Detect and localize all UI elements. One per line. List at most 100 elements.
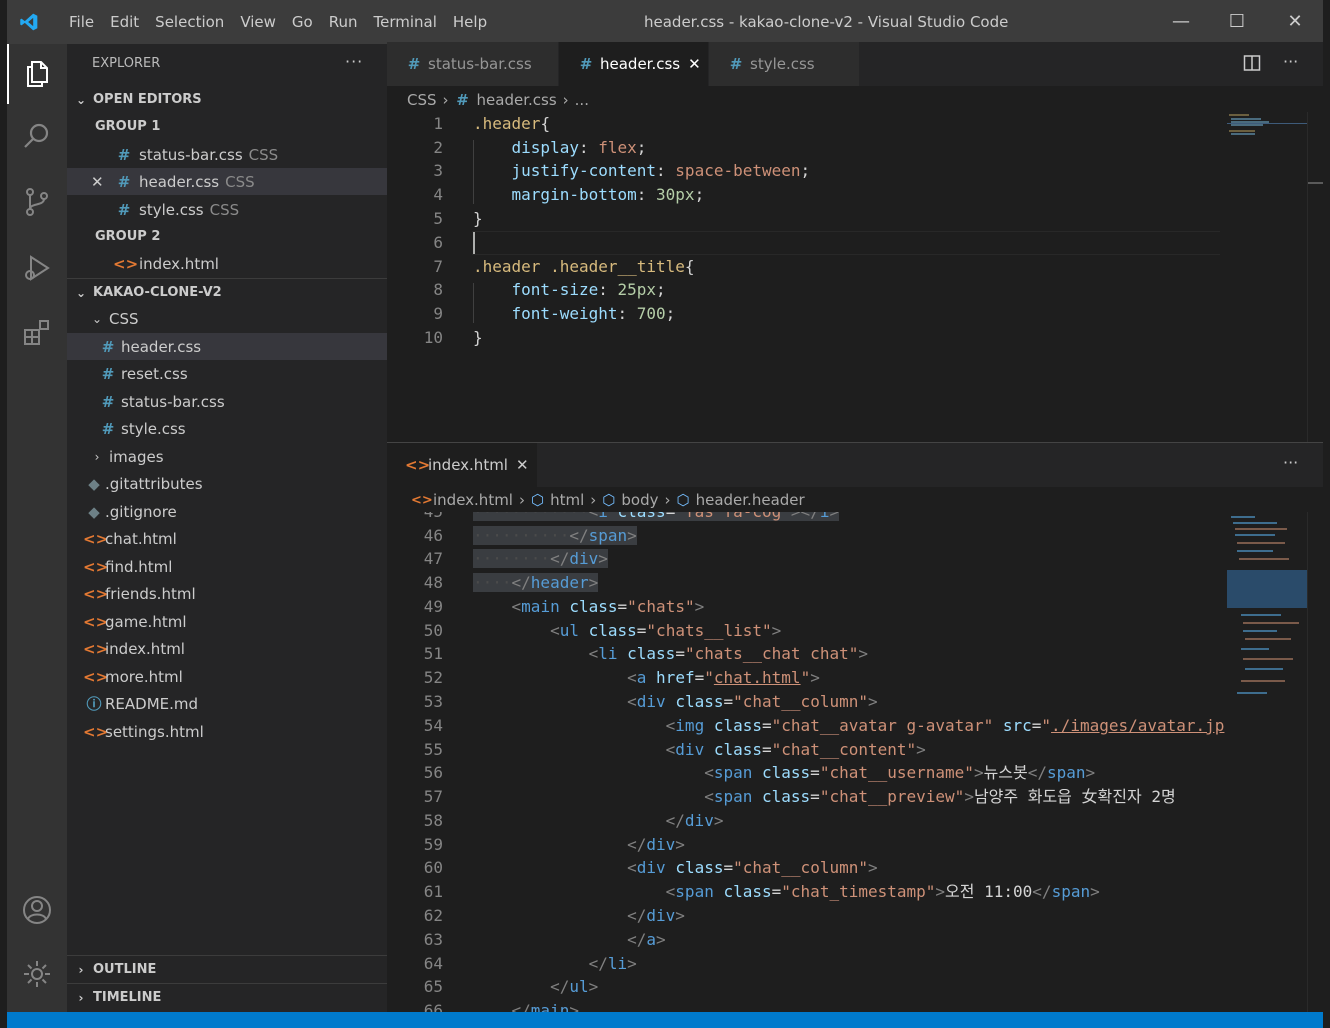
account-icon[interactable]	[7, 880, 67, 940]
tab-index-html[interactable]: <> index.html ✕	[387, 443, 537, 487]
vscode-window: File Edit Selection View Go Run Terminal…	[7, 0, 1323, 1028]
open-editor-status-bar-css[interactable]: # status-bar.css CSS	[67, 141, 387, 168]
html-file-icon: <>	[405, 456, 431, 474]
html-file-icon: <>	[83, 639, 109, 658]
outline-header[interactable]: › OUTLINE	[67, 956, 387, 983]
open-editor-index-html[interactable]: <> index.html	[67, 250, 387, 277]
editor2-tab-bar: <> index.html ✕ ···	[387, 443, 1323, 487]
tab-status-bar-css[interactable]: # status-bar.css	[387, 42, 558, 86]
explorer-sidebar: EXPLORER ··· ⌄ OPEN EDITORS GROUP 1 # st…	[67, 44, 387, 1012]
html-file-icon: <>	[83, 557, 109, 576]
folder-images[interactable]: › images	[67, 443, 387, 470]
html-code-editor[interactable]: 45············<i class="fas fa-cog"></i>…	[387, 512, 1227, 1012]
breadcrumb-html[interactable]: html	[550, 491, 584, 509]
file-style-css[interactable]: # style.css	[67, 415, 387, 442]
source-control-icon[interactable]	[7, 172, 67, 232]
breadcrumb-symbol[interactable]: ...	[575, 91, 589, 109]
code-line: <a href="chat.html">	[627, 668, 820, 687]
activity-bar	[7, 44, 67, 1012]
breadcrumb-chevron-icon: ›	[664, 491, 671, 509]
css-file-icon: #	[101, 337, 115, 356]
chevron-right-icon: ›	[78, 962, 84, 977]
menu-help[interactable]: Help	[445, 0, 495, 44]
css-file-icon: #	[117, 172, 131, 191]
open-editor-style-css[interactable]: # style.css CSS	[67, 196, 387, 223]
group1-header[interactable]: GROUP 1	[67, 113, 387, 140]
explorer-more-button[interactable]: ···	[345, 44, 363, 80]
editor1-minimap[interactable]	[1227, 112, 1307, 442]
file-game-html[interactable]: <> game.html	[67, 608, 387, 635]
css-code-editor[interactable]: 1 .header{ 2 display: flex; 3 justify-con…	[387, 112, 1227, 442]
file-friends-html[interactable]: <> friends.html	[67, 580, 387, 607]
symbol-tag-icon: ⬡	[676, 491, 690, 509]
close-tab-icon[interactable]: ✕	[516, 456, 529, 474]
menu-run[interactable]: Run	[321, 0, 366, 44]
file-chat-html[interactable]: <> chat.html	[67, 525, 387, 552]
project-folder-header[interactable]: ⌄ KAKAO-CLONE-V2	[67, 279, 387, 306]
minimize-button[interactable]: —	[1153, 0, 1209, 44]
run-debug-icon[interactable]	[7, 238, 67, 298]
code-line: justify-content: space-between;	[511, 161, 811, 180]
editor2-more-button[interactable]: ···	[1283, 443, 1298, 483]
close-tab-icon[interactable]: ✕	[688, 55, 701, 73]
breadcrumb-css-folder[interactable]: CSS	[407, 91, 437, 109]
css-file-icon: #	[407, 55, 421, 73]
code-line: ····</header>	[473, 573, 599, 592]
vscode-logo-icon[interactable]	[19, 12, 39, 32]
code-line: </div>	[627, 906, 685, 925]
code-line: </li>	[588, 954, 637, 973]
css-file-icon: #	[729, 55, 743, 73]
breadcrumb-header[interactable]: header.header	[696, 491, 805, 509]
close-window-button[interactable]: ✕	[1267, 0, 1323, 44]
explorer-icon[interactable]	[7, 44, 67, 104]
split-editor-icon[interactable]	[1243, 54, 1261, 72]
breadcrumb-file[interactable]: header.css	[477, 91, 557, 109]
text-cursor	[473, 232, 475, 254]
open-editor-header-css[interactable]: ✕ # header.css CSS	[67, 168, 387, 195]
code-line: font-size: 25px;	[511, 280, 666, 299]
file-status-bar-css[interactable]: # status-bar.css	[67, 388, 387, 415]
tab-header-css[interactable]: # header.css ✕	[559, 42, 708, 86]
file-gitignore[interactable]: ◆ .gitignore	[67, 498, 387, 525]
breadcrumb-file[interactable]: index.html	[433, 491, 513, 509]
file-reset-css[interactable]: # reset.css	[67, 360, 387, 387]
code-line: ··········</span>	[473, 526, 637, 545]
editor1-more-button[interactable]: ···	[1283, 42, 1298, 82]
menu-file[interactable]: File	[61, 0, 102, 44]
editor1-scrollbar[interactable]	[1307, 112, 1323, 442]
code-line: <main class="chats">	[511, 597, 705, 616]
breadcrumb-chevron-icon: ›	[518, 491, 525, 509]
code-line: <span class="chat__preview">남양주 화도읍 女확진자…	[704, 787, 1176, 806]
breadcrumb-body[interactable]: body	[621, 491, 658, 509]
close-icon[interactable]: ✕	[91, 173, 109, 191]
folder-css[interactable]: ⌄ CSS	[67, 305, 387, 332]
git-file-icon: ◆	[88, 474, 100, 493]
tab-style-css[interactable]: # style.css	[709, 42, 859, 86]
group2-header[interactable]: GROUP 2	[67, 223, 387, 250]
menu-go[interactable]: Go	[284, 0, 321, 44]
file-index-html[interactable]: <> index.html	[67, 635, 387, 662]
search-icon[interactable]	[7, 106, 67, 166]
open-editors-header[interactable]: ⌄ OPEN EDITORS	[67, 86, 387, 113]
file-header-css[interactable]: # header.css	[67, 333, 387, 360]
code-line: </a>	[627, 930, 666, 949]
html-file-icon: <>	[411, 492, 433, 508]
settings-gear-icon[interactable]	[7, 944, 67, 1004]
chevron-down-icon: ⌄	[75, 285, 87, 300]
menu-terminal[interactable]: Terminal	[366, 0, 445, 44]
file-more-html[interactable]: <> more.html	[67, 663, 387, 690]
editor2-scrollbar[interactable]	[1307, 512, 1323, 1012]
file-settings-html[interactable]: <> settings.html	[67, 718, 387, 745]
editor1-breadcrumb: CSS › # header.css › ...	[407, 87, 589, 113]
extensions-icon[interactable]	[7, 302, 67, 362]
menu-edit[interactable]: Edit	[102, 0, 147, 44]
file-readme-md[interactable]: ⓘ README.md	[67, 690, 387, 717]
maximize-button[interactable]: ☐	[1209, 0, 1265, 44]
file-gitattributes[interactable]: ◆ .gitattributes	[67, 470, 387, 497]
editor2-minimap[interactable]	[1227, 512, 1307, 1012]
menu-selection[interactable]: Selection	[147, 0, 232, 44]
file-find-html[interactable]: <> find.html	[67, 553, 387, 580]
title-bar: File Edit Selection View Go Run Terminal…	[7, 0, 1323, 44]
menu-view[interactable]: View	[232, 0, 284, 44]
timeline-header[interactable]: › TIMELINE	[67, 984, 387, 1011]
